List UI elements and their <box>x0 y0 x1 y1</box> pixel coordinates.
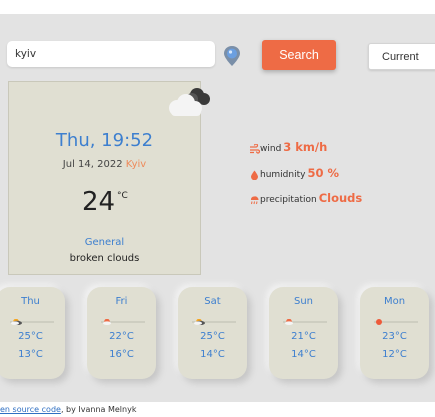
forecast-max-temp: 23°C <box>382 331 407 342</box>
forecast-card-sun: Sun 21°C 14°C <box>269 287 338 379</box>
search-button[interactable]: Search <box>262 40 336 70</box>
forecast-max-temp: 21°C <box>291 331 316 342</box>
current-date-line: Jul 14, 2022 Kyiv <box>9 159 200 170</box>
wind-row: wind 3 km/h <box>249 140 327 154</box>
humidity-row: humidnity 50 % <box>249 166 339 180</box>
current-location-button[interactable]: Current <box>368 43 435 70</box>
sun-behind-cloud-icon <box>10 319 54 325</box>
precipitation-row: precipitation Clouds <box>249 191 362 205</box>
weather-group: General <box>84 237 125 248</box>
forecast-min-temp: 12°C <box>382 349 407 360</box>
forecast-max-temp: 25°C <box>18 331 43 342</box>
author-credit: , by Ivanna Melnyk <box>60 405 137 414</box>
source-code-link[interactable]: en source code <box>0 405 61 414</box>
forecast-card-fri: Fri 22°C 16°C <box>87 287 156 379</box>
forecast-day: Sun <box>293 296 314 307</box>
current-weather-card: Thu, 19:52 Jul 14, 2022 Kyiv 24 °C Gener… <box>8 81 210 275</box>
current-temperature: 24 <box>82 187 116 217</box>
location-pin-icon[interactable] <box>222 44 242 68</box>
sun-behind-cloud-icon <box>101 319 145 325</box>
forecast-min-temp: 14°C <box>200 349 225 360</box>
wind-value: 3 km/h <box>283 140 328 154</box>
forecast-min-temp: 16°C <box>109 349 134 360</box>
current-city: Kyiv <box>125 159 147 170</box>
weather-app: Search Current Thu, 19:52 Jul 14, 2022 K… <box>0 14 435 402</box>
temperature-unit: °C <box>117 191 128 201</box>
current-date: Jul 14, 2022 <box>62 159 123 170</box>
forecast-card-sat: Sat 25°C 14°C <box>178 287 247 379</box>
forecast-min-temp: 13°C <box>18 349 43 360</box>
wind-icon <box>250 143 260 154</box>
forecast-card-mon: Mon 23°C 12°C <box>360 287 429 379</box>
broken-clouds-icon <box>169 88 210 116</box>
forecast-day: Thu <box>21 296 40 307</box>
forecast-min-temp: 14°C <box>291 349 316 360</box>
precipitation-value: Clouds <box>318 191 363 205</box>
forecast-day: Fri <box>115 296 128 307</box>
rain-cloud-icon <box>250 195 259 204</box>
city-search-input[interactable] <box>7 41 215 67</box>
forecast-day: Mon <box>383 296 406 307</box>
footer-credit: en source code, by Ivanna Melnyk <box>0 405 136 414</box>
current-day-time: Thu, 19:52 <box>55 130 154 151</box>
forecast-card-thu: Thu 25°C 13°C <box>0 287 65 379</box>
droplet-icon <box>251 170 258 180</box>
forecast-max-temp: 22°C <box>109 331 134 342</box>
wind-label: wind <box>260 144 282 154</box>
sun-icon <box>374 319 418 325</box>
sun-behind-cloud-icon <box>192 319 236 325</box>
forecast-day: Sat <box>204 296 221 307</box>
forecast-max-temp: 25°C <box>200 331 225 342</box>
sun-behind-cloud-icon <box>283 319 327 325</box>
weather-description: broken clouds <box>69 253 140 264</box>
precipitation-label: precipitation <box>260 195 317 205</box>
humidity-value: 50 % <box>307 166 339 180</box>
humidity-label: humidnity <box>260 170 306 180</box>
